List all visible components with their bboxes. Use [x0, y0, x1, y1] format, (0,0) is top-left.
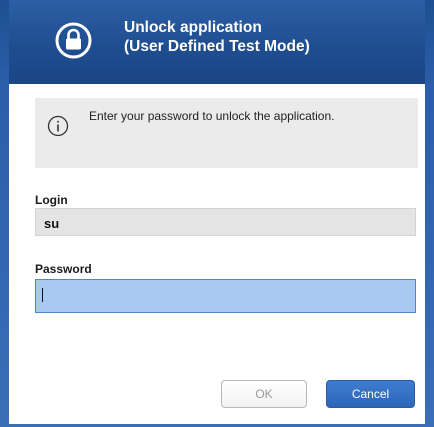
- login-field[interactable]: su: [35, 208, 416, 236]
- password-label: Password: [35, 262, 92, 276]
- unlock-dialog: Unlock application (User Defined Test Mo…: [0, 0, 434, 427]
- dialog-title-line1: Unlock application: [124, 19, 262, 36]
- text-caret: [42, 288, 43, 302]
- dialog-header: Unlock application (User Defined Test Mo…: [0, 0, 434, 84]
- dialog-content: Enter your password to unlock the applic…: [9, 84, 425, 424]
- dialog-title-line2: (User Defined Test Mode): [124, 38, 310, 55]
- window-frame-left: [0, 0, 9, 427]
- info-icon: [47, 115, 69, 137]
- info-message: Enter your password to unlock the applic…: [89, 109, 335, 123]
- cancel-button[interactable]: Cancel: [326, 380, 415, 408]
- window-frame-right: [425, 0, 434, 427]
- password-field[interactable]: [35, 279, 416, 313]
- lock-icon: [55, 22, 92, 59]
- info-message-box: Enter your password to unlock the applic…: [35, 98, 418, 168]
- ok-button[interactable]: OK: [221, 380, 307, 408]
- dialog-title: Unlock application (User Defined Test Mo…: [124, 18, 310, 56]
- login-label: Login: [35, 193, 68, 207]
